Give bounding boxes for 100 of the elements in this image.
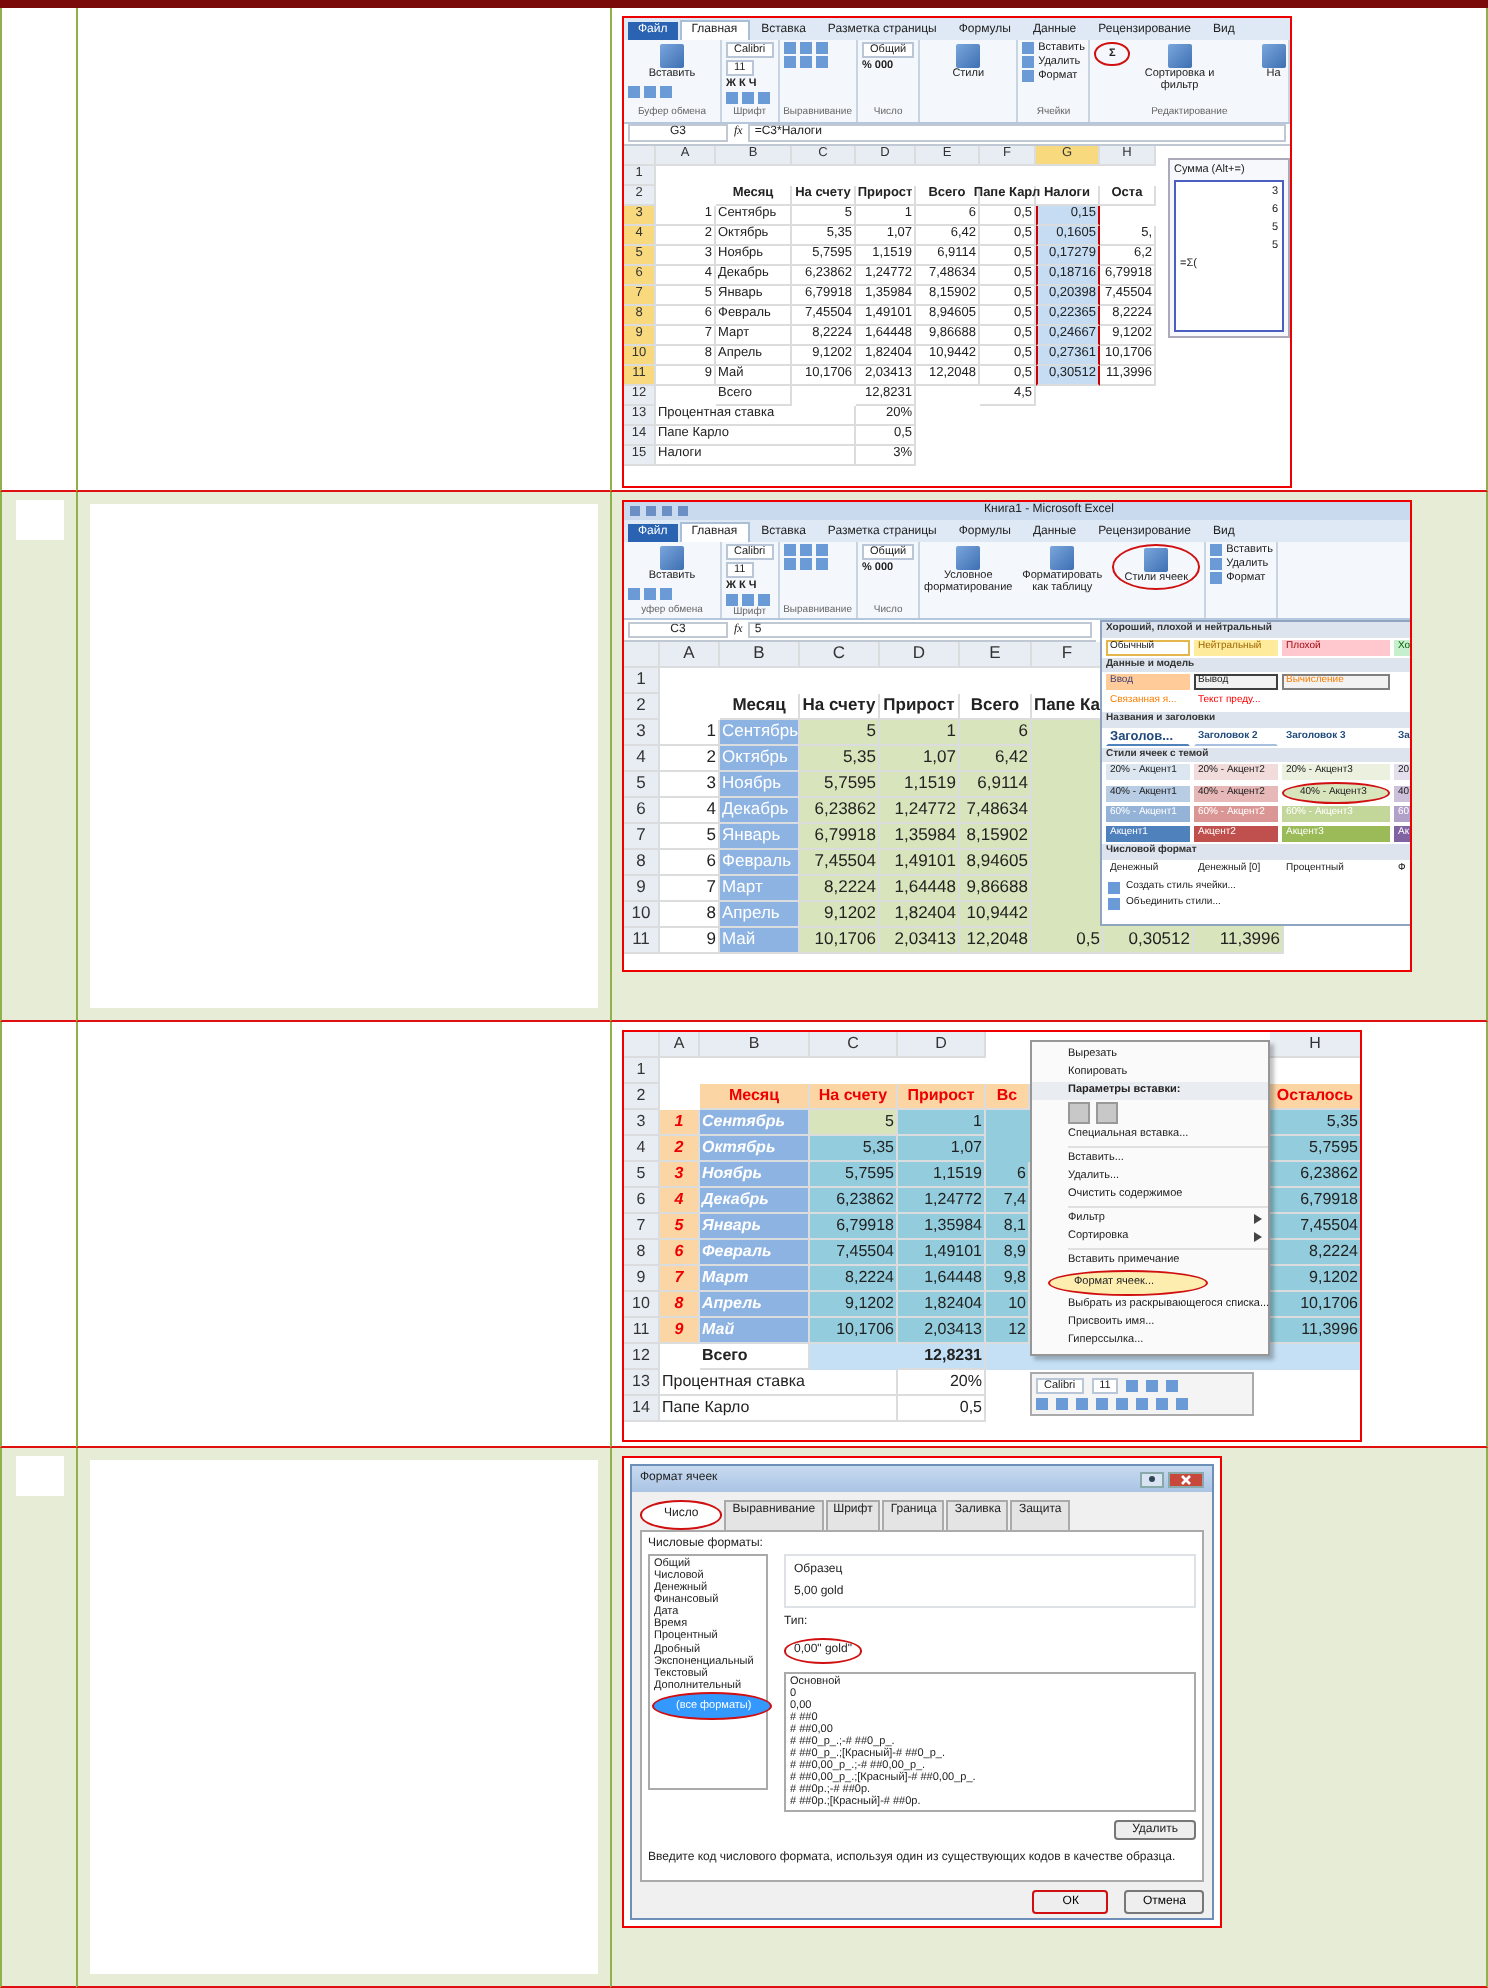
row-header[interactable]: 1 (624, 1058, 660, 1084)
row-header[interactable]: 2 (624, 694, 660, 720)
ribbon-icon (660, 44, 684, 68)
row-header[interactable]: 5 (624, 772, 660, 798)
table-cell: Процентная ставка (660, 1370, 898, 1396)
ribbon-icon (956, 546, 981, 570)
row-header[interactable]: 4 (624, 1136, 660, 1162)
table-cell: Апрель (700, 1292, 810, 1318)
table-cell: 5,7595 (1270, 1136, 1360, 1162)
table-cell: 6 (660, 1240, 700, 1266)
column-header[interactable]: D (880, 642, 960, 668)
row-header[interactable]: 12 (624, 1344, 660, 1370)
row-header[interactable]: 1 (624, 668, 660, 694)
table-cell: 1,35984 (880, 824, 960, 850)
table-cell: 7,45504 (810, 1240, 898, 1266)
row-header[interactable]: 2 (624, 1084, 660, 1110)
row-header[interactable]: 7 (624, 824, 660, 850)
table-cell: Папе Карло (660, 1396, 898, 1422)
row-header[interactable]: 3 (624, 720, 660, 746)
row-header[interactable]: 4 (624, 746, 660, 772)
column-header[interactable]: C (810, 1032, 898, 1058)
table-cell: Октябрь (720, 746, 800, 772)
table-cell (1032, 720, 1104, 746)
table-cell: 1,64448 (880, 876, 960, 902)
table-cell: Ноябрь (700, 1162, 810, 1188)
table-cell: Месяц (700, 1084, 810, 1110)
row-header[interactable]: 7 (624, 1214, 660, 1240)
row-header[interactable]: 10 (624, 902, 660, 928)
table-cell: 7,45504 (1270, 1214, 1360, 1240)
row-header[interactable]: 3 (624, 1110, 660, 1136)
column-header[interactable]: C (800, 642, 880, 668)
table-cell: 8,2224 (810, 1266, 898, 1292)
row-header[interactable]: 6 (624, 798, 660, 824)
column-header[interactable]: A (660, 642, 720, 668)
table-cell: 9,1202 (800, 902, 880, 928)
table-cell: 7,4 (986, 1188, 1030, 1214)
table-cell: 5 (800, 720, 880, 746)
table-cell: 9,86688 (960, 876, 1032, 902)
row-header[interactable]: 9 (624, 876, 660, 902)
table-cell: 1,35984 (898, 1214, 986, 1240)
table-cell: 1,82404 (898, 1292, 986, 1318)
table-cell: 6,42 (960, 746, 1032, 772)
table-cell: 6 (960, 720, 1032, 746)
column-header[interactable]: H (1270, 1032, 1360, 1058)
table-cell: 11,3996 (1270, 1318, 1360, 1344)
corner-cell[interactable] (624, 1032, 660, 1058)
table-cell: 10,9442 (960, 902, 1032, 928)
table-cell: Май (700, 1318, 810, 1344)
row-header[interactable]: 9 (624, 1266, 660, 1292)
table-cell (986, 1344, 1030, 1370)
table-cell: 9,1202 (1270, 1266, 1360, 1292)
table-cell: 5,35 (800, 746, 880, 772)
table-cell: 10,1706 (800, 928, 880, 954)
ribbon-icon (956, 44, 981, 68)
paste-option-icon[interactable] (1068, 1102, 1090, 1124)
column-header[interactable]: F (1032, 642, 1104, 668)
paste-option-icon[interactable] (1096, 1102, 1118, 1124)
help-icon[interactable] (1140, 1471, 1164, 1487)
table-cell: На счету (810, 1084, 898, 1110)
table-cell: 1,82404 (880, 902, 960, 928)
row-header[interactable]: 11 (624, 1318, 660, 1344)
table-cell: Декабрь (720, 798, 800, 824)
table-cell: Март (700, 1266, 810, 1292)
table-cell: 1,07 (880, 746, 960, 772)
table-cell: Прирост (898, 1084, 986, 1110)
table-cell (810, 1344, 898, 1370)
table-cell: 1,07 (898, 1136, 986, 1162)
table-cell: 8,2224 (800, 876, 880, 902)
table-cell: 6 (986, 1162, 1030, 1188)
table-cell: Ноябрь (720, 772, 800, 798)
table-cell: 10 (986, 1292, 1030, 1318)
table-cell: 1,1519 (880, 772, 960, 798)
table-cell: 6,23862 (800, 798, 880, 824)
table-cell: Осталось (1270, 1084, 1360, 1110)
row-header[interactable]: 14 (624, 1396, 660, 1422)
row-header[interactable]: 11 (624, 928, 660, 954)
row-header[interactable]: 6 (624, 1188, 660, 1214)
table-cell: 5,7595 (800, 772, 880, 798)
table-cell: 1,49101 (898, 1240, 986, 1266)
table-cell: 5,35 (1270, 1110, 1360, 1136)
table-cell: 7 (660, 1266, 700, 1292)
ribbon-icon (1167, 44, 1192, 68)
column-header[interactable]: D (898, 1032, 986, 1058)
row-header[interactable]: 8 (624, 850, 660, 876)
table-cell: 9,8 (986, 1266, 1030, 1292)
row-header[interactable]: 13 (624, 1370, 660, 1396)
table-cell: 8,94605 (960, 850, 1032, 876)
column-header[interactable]: E (960, 642, 1032, 668)
table-cell: 2 (660, 1136, 700, 1162)
corner-cell[interactable] (624, 642, 660, 668)
row-header[interactable]: 10 (624, 1292, 660, 1318)
column-header[interactable]: B (720, 642, 800, 668)
close-icon[interactable] (1168, 1471, 1204, 1487)
row-header[interactable]: 8 (624, 1240, 660, 1266)
table-cell: 1 (880, 720, 960, 746)
column-header[interactable]: A (660, 1032, 700, 1058)
column-header[interactable]: B (700, 1032, 810, 1058)
corner-cell[interactable] (624, 145, 656, 165)
table-cell: 6,23862 (810, 1188, 898, 1214)
row-header[interactable]: 5 (624, 1162, 660, 1188)
